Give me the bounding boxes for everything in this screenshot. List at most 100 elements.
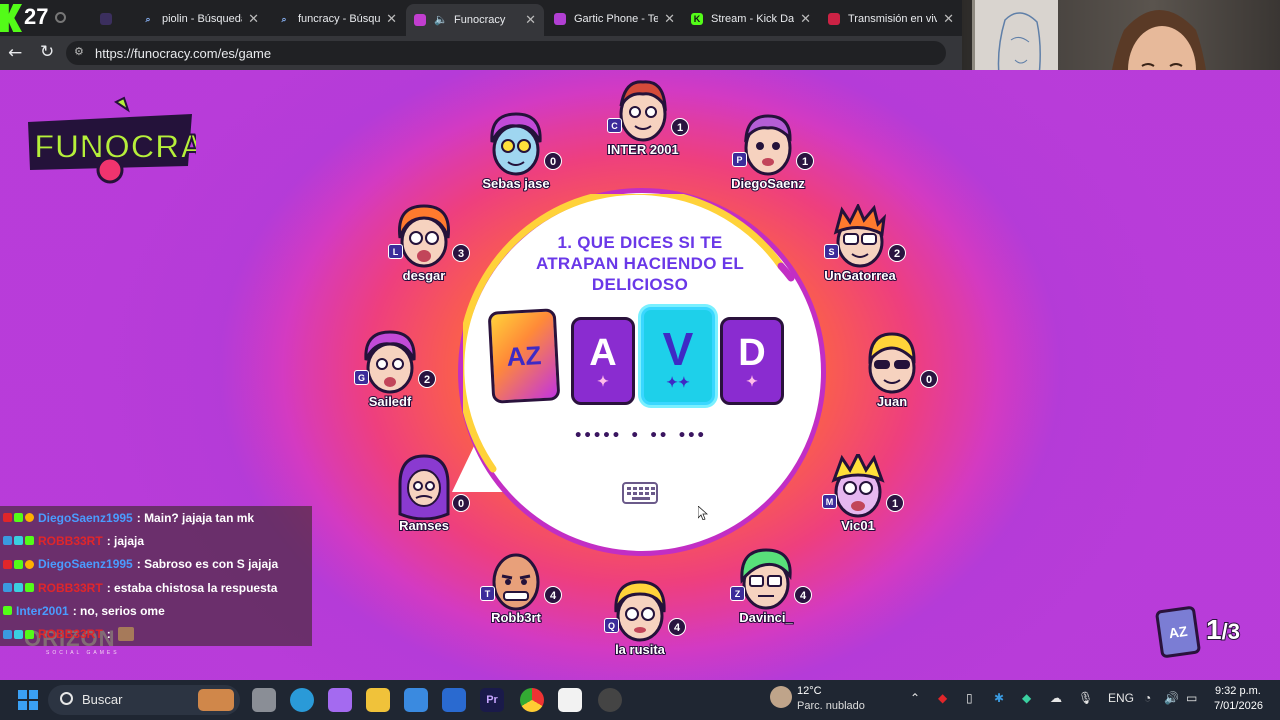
badge-icon (25, 583, 34, 593)
chat-text: no, serios ome (80, 603, 165, 618)
speaker-icon[interactable]: 🔈 (434, 14, 448, 26)
obs-icon[interactable] (598, 688, 622, 712)
player-badge: T (480, 586, 495, 601)
player-robb3rt[interactable]: T 4 Robb3rt (458, 546, 568, 640)
tab-title: Funocracy (454, 14, 506, 26)
round-counter: 1/3 (1205, 613, 1241, 646)
premiere-icon[interactable]: Pr (480, 688, 504, 712)
tab-gartic-phone[interactable]: Gartic Phone - Tele ✕ (546, 6, 683, 32)
player-name: Sebas jase (481, 175, 550, 192)
player-davinci[interactable]: Z 4 Davinci_ (708, 546, 818, 640)
letter-card-label: D (738, 332, 766, 374)
player-la-rusita[interactable]: Q 4 la rusita (582, 578, 692, 672)
gartic-icon (554, 13, 566, 25)
player-juan[interactable]: 0 Juan (834, 330, 944, 424)
chat-username: ROBB33RT (38, 533, 103, 548)
tab-funcracy-search[interactable]: ⌕ funcracy - Búsqued ✕ (270, 6, 405, 32)
badge-icon (25, 629, 34, 639)
keyboard-icon[interactable] (622, 482, 658, 504)
player-vic01[interactable]: M 1 Vic01 (800, 454, 910, 548)
gear-icon[interactable] (55, 12, 66, 23)
badge-icon (14, 583, 23, 593)
usb-icon[interactable]: ▯ (966, 691, 973, 705)
player-name: INTER 2001 (606, 141, 680, 158)
site-info-icon[interactable]: ⚙ (74, 45, 88, 59)
shuffle-letters-card[interactable]: AZ (487, 308, 561, 404)
language-indicator[interactable]: ENG (1108, 691, 1134, 705)
mouse-cursor-icon (698, 506, 708, 520)
badge-icon (25, 513, 34, 523)
weather-icon[interactable] (770, 686, 792, 708)
close-icon[interactable]: ✕ (525, 12, 536, 28)
kick-count: 27 (24, 4, 49, 29)
outlook-icon[interactable] (442, 688, 466, 712)
microphone-icon[interactable]: 🎙 (1078, 691, 1093, 705)
tab-kick-dashboard[interactable]: K Stream - Kick Dash ✕ (683, 6, 819, 32)
clock-date[interactable]: 7/01/2026 (1214, 700, 1263, 712)
player-name: la rusita (614, 641, 666, 658)
battery-icon[interactable]: ▭ (1186, 691, 1197, 705)
onedrive-icon[interactable]: ☁ (1050, 691, 1062, 705)
letter-card-a[interactable]: A ✦ (571, 317, 635, 405)
chevron-up-icon[interactable]: ⌃ (910, 691, 920, 705)
letter-card-d[interactable]: D ✦ (720, 317, 784, 405)
player-name: DiegoSaenz (730, 175, 806, 192)
chrome-icon[interactable] (520, 688, 544, 712)
player-inter-2001[interactable]: C 1 INTER 2001 (585, 78, 695, 172)
taskbar-search[interactable]: Buscar (48, 685, 240, 715)
tab-pinned[interactable] (92, 6, 132, 32)
clock-time[interactable]: 9:32 p.m. (1215, 685, 1261, 697)
tab-funocracy[interactable]: 🔈 Funocracy ✕ (406, 4, 544, 36)
player-sebas-jase[interactable]: 0 Sebas jase (458, 112, 568, 206)
close-icon[interactable]: ✕ (664, 11, 675, 27)
url-text[interactable]: https://funocracy.com/es/game (95, 46, 271, 61)
player-diegosaenz[interactable]: P 1 DiegoSaenz (710, 112, 820, 206)
shield-icon[interactable]: ◆ (938, 691, 947, 705)
edge-icon[interactable] (290, 688, 314, 712)
badge-icon (3, 536, 12, 546)
player-name: Robb3rt (490, 609, 542, 626)
weather-description: Parc. nublado (797, 700, 865, 712)
player-name: UnGatorrea (823, 267, 897, 284)
task-view-icon[interactable] (252, 688, 276, 712)
chat-text: jajaja (114, 533, 145, 548)
player-ramses[interactable]: 0 Ramses (366, 454, 476, 548)
badge-icon (3, 606, 12, 616)
tab-piolin-search[interactable]: ⌕ piolin - Búsqueda ✕ (134, 6, 267, 32)
player-sailedf[interactable]: G 2 Sailedf (332, 330, 442, 424)
player-score: 0 (544, 152, 562, 170)
reload-button[interactable]: ↻ (40, 42, 54, 62)
kick-logo-icon (0, 4, 22, 32)
defender-icon[interactable]: ◆ (1022, 691, 1031, 705)
capcut-icon[interactable] (558, 688, 582, 712)
player-avatar (398, 454, 450, 520)
player-avatar (490, 112, 542, 176)
chat-message: ROBB33RT: jajaja (0, 529, 312, 553)
badge-icon (25, 559, 34, 569)
wifi-icon[interactable]: ◔ (1144, 691, 1151, 705)
letter-card-v[interactable]: V ✦✦ (641, 307, 715, 405)
back-button[interactable]: ← (8, 43, 22, 63)
player-ungatorrea[interactable]: S 2 UnGatorrea (802, 204, 912, 298)
windows-start-icon[interactable] (18, 690, 38, 710)
player-desgar[interactable]: L 3 desgar (366, 204, 476, 298)
close-icon[interactable]: ✕ (248, 11, 259, 27)
copilot-icon[interactable] (328, 688, 352, 712)
tab-title: Gartic Phone - Tele (574, 13, 659, 25)
tab-youtube-stream[interactable]: Transmisión en viv ✕ (820, 6, 962, 32)
store-icon[interactable] (404, 688, 428, 712)
url-field[interactable]: ⚙ https://funocracy.com/es/game (66, 41, 946, 65)
file-explorer-icon[interactable] (366, 688, 390, 712)
badge-icon (14, 559, 23, 569)
close-icon[interactable]: ✕ (800, 11, 811, 27)
twitch-icon (100, 13, 112, 25)
funocracy-icon (414, 14, 426, 26)
volume-icon[interactable]: 🔊 (1164, 691, 1179, 705)
close-icon[interactable]: ✕ (386, 11, 397, 27)
chat-message: DiegoSaenz1995: Sabroso es con S jajaja (0, 552, 312, 576)
taskbar: Buscar Pr 12°C Parc. nublado ⌃ ◆ ▯ ✱ ◆ ☁… (0, 680, 1280, 720)
search-icon: ⌕ (281, 14, 287, 24)
emote-icon (118, 627, 135, 642)
close-icon[interactable]: ✕ (943, 11, 954, 27)
bluetooth-icon[interactable]: ✱ (994, 691, 1004, 705)
